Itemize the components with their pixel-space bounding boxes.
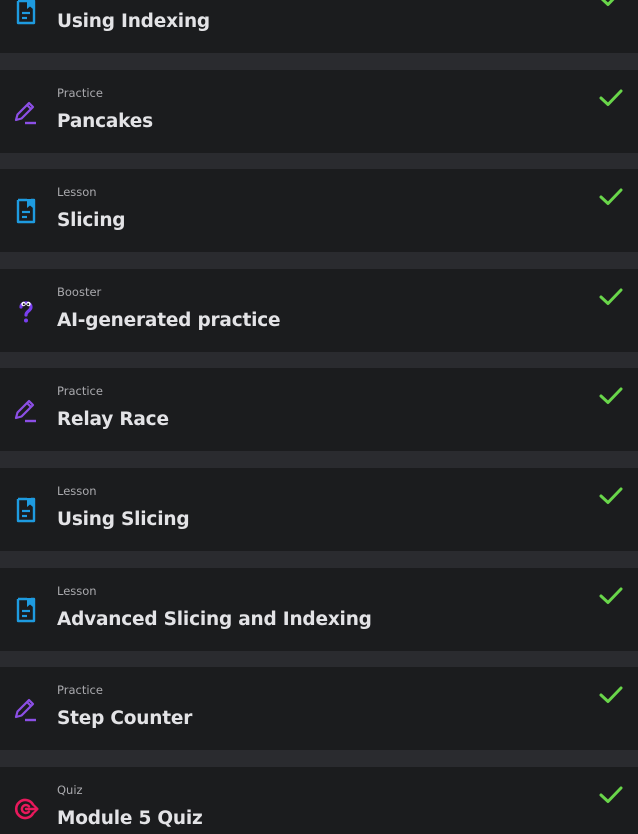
- target-icon: [12, 795, 40, 823]
- list-item[interactable]: Lesson Slicing: [0, 169, 638, 253]
- item-title[interactable]: AI-generated practice: [57, 309, 281, 333]
- question-mascot-icon: [12, 297, 40, 325]
- completed-check-icon: [598, 88, 624, 108]
- item-title[interactable]: Using Slicing: [57, 508, 190, 532]
- completed-check-icon: [598, 187, 624, 207]
- pencil-icon: [12, 695, 40, 723]
- lesson-doc-icon: [12, 496, 40, 524]
- list-item[interactable]: Practice Relay Race: [0, 368, 638, 452]
- item-kind-label: Lesson: [57, 583, 97, 598]
- list-item[interactable]: Booster AI-generated practice: [0, 268, 638, 352]
- item-kind-label: Practice: [57, 683, 103, 698]
- lesson-doc-icon: [12, 197, 40, 225]
- list-item[interactable]: Quiz Module 5 Quiz: [0, 766, 638, 834]
- item-title[interactable]: Pancakes: [57, 110, 153, 134]
- completed-check-icon: [598, 287, 624, 307]
- completed-check-icon: [598, 0, 624, 8]
- list-item[interactable]: Using Indexing: [0, 0, 638, 53]
- item-kind-label: Practice: [57, 384, 103, 399]
- completed-check-icon: [598, 785, 624, 805]
- item-title[interactable]: Module 5 Quiz: [57, 807, 203, 831]
- completed-check-icon: [598, 685, 624, 705]
- lesson-doc-icon: [12, 596, 40, 624]
- item-title[interactable]: Using Indexing: [57, 10, 210, 34]
- item-kind-label: Lesson: [57, 483, 97, 498]
- item-title[interactable]: Slicing: [57, 209, 126, 233]
- module-item-list: Using Indexing Practice Pancakes Lesson …: [0, 0, 638, 834]
- pencil-icon: [12, 98, 40, 126]
- completed-check-icon: [598, 486, 624, 506]
- completed-check-icon: [598, 386, 624, 406]
- completed-check-icon: [598, 586, 624, 606]
- item-kind-label: Lesson: [57, 185, 97, 200]
- item-title[interactable]: Relay Race: [57, 408, 169, 432]
- item-kind-label: Practice: [57, 85, 103, 100]
- list-item[interactable]: Lesson Using Slicing: [0, 467, 638, 551]
- list-item[interactable]: Practice Pancakes: [0, 69, 638, 153]
- pencil-icon: [12, 396, 40, 424]
- item-title[interactable]: Step Counter: [57, 707, 192, 731]
- list-item[interactable]: Lesson Advanced Slicing and Indexing: [0, 567, 638, 651]
- item-title[interactable]: Advanced Slicing and Indexing: [57, 608, 372, 632]
- lesson-doc-icon: [12, 0, 40, 26]
- item-kind-label: Booster: [57, 284, 102, 299]
- list-item[interactable]: Practice Step Counter: [0, 667, 638, 751]
- item-kind-label: Quiz: [57, 782, 83, 797]
